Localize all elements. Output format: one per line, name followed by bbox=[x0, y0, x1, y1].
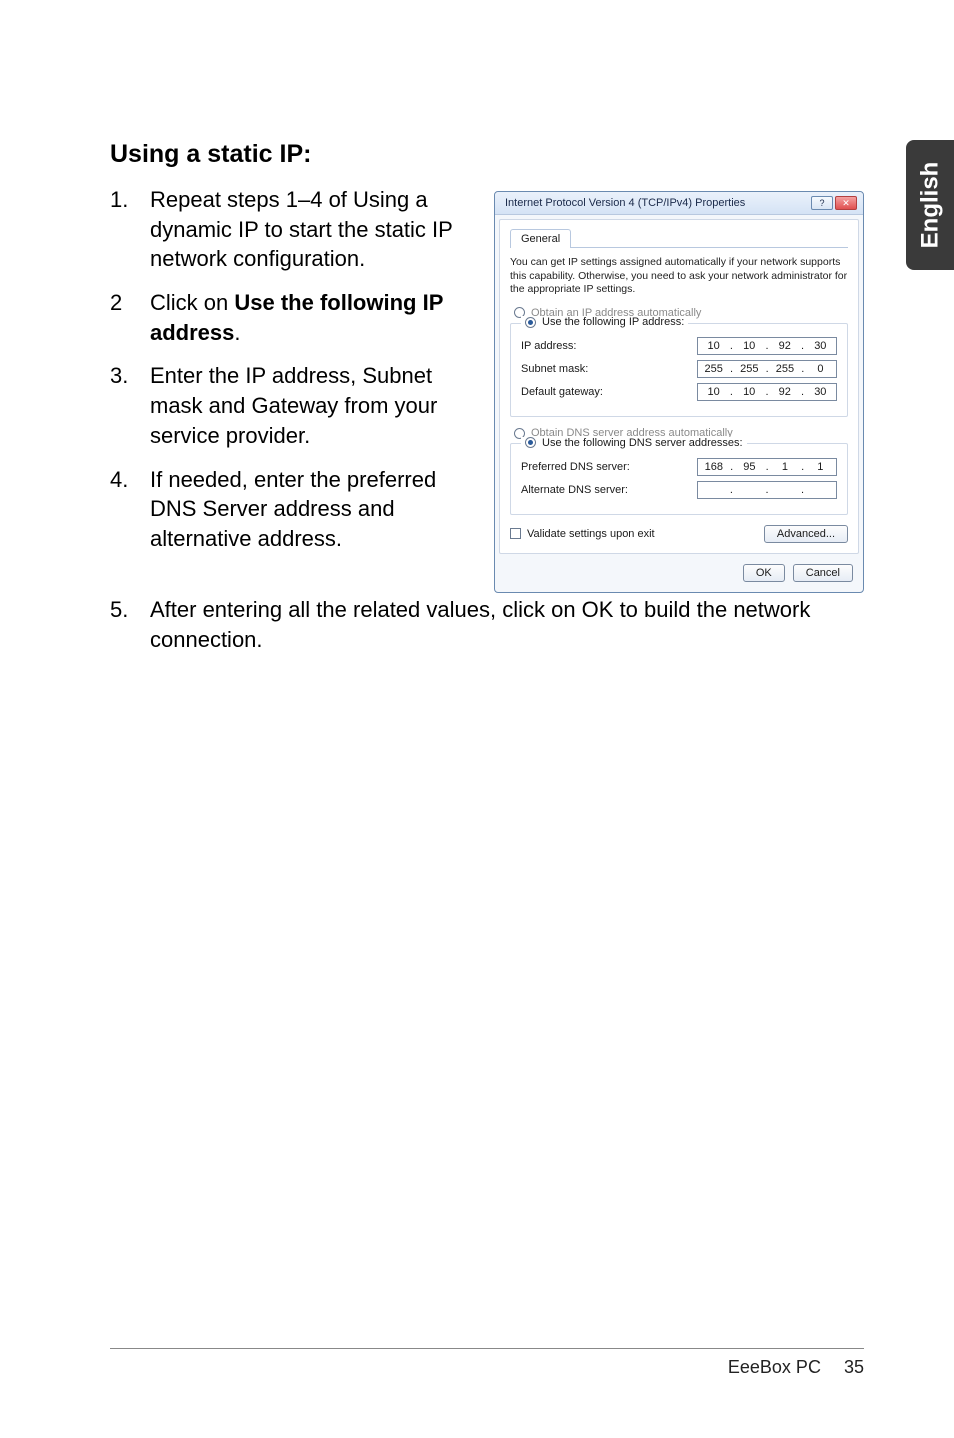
dialog-titlebar: Internet Protocol Version 4 (TCP/IPv4) P… bbox=[495, 192, 863, 215]
step-number: 4. bbox=[110, 465, 150, 554]
subnet-mask-label: Subnet mask: bbox=[521, 363, 588, 375]
language-side-tab: English bbox=[906, 140, 954, 270]
page-footer: EeeBox PC 35 bbox=[110, 1348, 864, 1378]
list-item: 4. If needed, enter the preferred DNS Se… bbox=[110, 465, 470, 554]
list-item: 5. After entering all the related values… bbox=[110, 595, 864, 654]
ip-fieldset: Use the following IP address: IP address… bbox=[510, 323, 848, 418]
alternate-dns-input[interactable]: . . . bbox=[697, 481, 837, 499]
ip-address-input[interactable]: 10. 10. 92. 30 bbox=[697, 337, 837, 355]
validate-checkbox[interactable] bbox=[510, 528, 521, 539]
step-text: Click on Use the following IP address. bbox=[150, 288, 470, 347]
radio-use-ip[interactable]: Use the following IP address: bbox=[542, 316, 684, 328]
step-number: 2 bbox=[110, 288, 150, 347]
cancel-button[interactable]: Cancel bbox=[793, 564, 853, 582]
dialog-description: You can get IP settings assigned automat… bbox=[510, 256, 848, 297]
ipv4-properties-dialog: Internet Protocol Version 4 (TCP/IPv4) P… bbox=[494, 191, 864, 593]
ip-address-label: IP address: bbox=[521, 340, 576, 352]
dialog-title: Internet Protocol Version 4 (TCP/IPv4) P… bbox=[505, 197, 745, 209]
step-number: 5. bbox=[110, 595, 150, 654]
radio-icon bbox=[525, 437, 536, 448]
default-gateway-input[interactable]: 10. 10. 92. 30 bbox=[697, 383, 837, 401]
radio-icon bbox=[525, 317, 536, 328]
ok-button[interactable]: OK bbox=[743, 564, 785, 582]
dns-fieldset: Use the following DNS server addresses: … bbox=[510, 443, 848, 515]
close-icon[interactable]: ✕ bbox=[835, 196, 857, 210]
list-item: 3. Enter the IP address, Subnet mask and… bbox=[110, 361, 470, 450]
step-text: If needed, enter the preferred DNS Serve… bbox=[150, 465, 470, 554]
subnet-mask-input[interactable]: 255. 255. 255. 0 bbox=[697, 360, 837, 378]
step-text: Repeat steps 1–4 of Using a dynamic IP t… bbox=[150, 185, 470, 274]
footer-product: EeeBox PC bbox=[728, 1357, 821, 1377]
default-gateway-label: Default gateway: bbox=[521, 386, 603, 398]
radio-use-dns[interactable]: Use the following DNS server addresses: bbox=[542, 437, 743, 449]
footer-page-number: 35 bbox=[844, 1357, 864, 1377]
step-number: 1. bbox=[110, 185, 150, 274]
preferred-dns-label: Preferred DNS server: bbox=[521, 461, 630, 473]
step-text: After entering all the related values, c… bbox=[150, 595, 864, 654]
step-text: Enter the IP address, Subnet mask and Ga… bbox=[150, 361, 470, 450]
help-icon[interactable]: ? bbox=[811, 196, 833, 210]
list-item: 2 Click on Use the following IP address. bbox=[110, 288, 470, 347]
advanced-button[interactable]: Advanced... bbox=[764, 525, 848, 543]
validate-label: Validate settings upon exit bbox=[527, 528, 655, 540]
tab-general[interactable]: General bbox=[510, 229, 571, 248]
section-heading: Using a static IP: bbox=[110, 140, 864, 169]
alternate-dns-label: Alternate DNS server: bbox=[521, 484, 628, 496]
preferred-dns-input[interactable]: 168. 95. 1. 1 bbox=[697, 458, 837, 476]
tab-strip: General bbox=[510, 228, 848, 248]
step-number: 3. bbox=[110, 361, 150, 450]
instruction-list: 1. Repeat steps 1–4 of Using a dynamic I… bbox=[110, 185, 470, 568]
list-item: 1. Repeat steps 1–4 of Using a dynamic I… bbox=[110, 185, 470, 274]
language-side-tab-label: English bbox=[916, 162, 944, 249]
